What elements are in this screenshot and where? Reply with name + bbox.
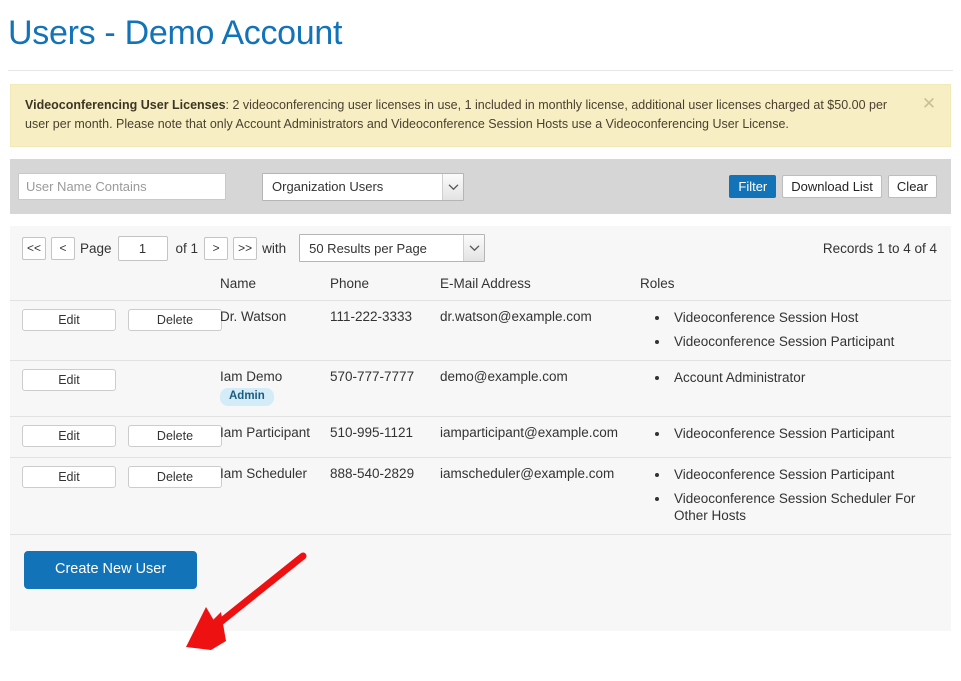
phone-cell: 510-995-1121 — [330, 417, 440, 458]
delete-cell: Delete — [110, 417, 220, 458]
roles-cell: Videoconference Session Participant — [640, 417, 951, 458]
user-name: Iam Participant — [220, 425, 330, 440]
table-row: Edit DeleteDr. Watson111-222-3333dr.watso… — [10, 301, 951, 361]
edit-button[interactable]: Edit — [22, 309, 116, 331]
delete-cell: Delete — [110, 458, 220, 535]
create-new-user-wrap: Create New User — [10, 535, 951, 589]
user-scope-select[interactable]: Organization Users — [262, 173, 464, 201]
role-item: Videoconference Session Host — [670, 309, 951, 326]
delete-button[interactable]: Delete — [128, 425, 222, 447]
delete-button[interactable]: Delete — [128, 466, 222, 488]
chevron-down-icon — [463, 235, 484, 261]
email-cell: iamscheduler@example.com — [440, 458, 640, 535]
page-title: Users - Demo Account — [0, 0, 961, 54]
roles-cell: Videoconference Session Participant Video… — [640, 458, 951, 535]
phone-cell: 111-222-3333 — [330, 301, 440, 361]
delete-cell — [110, 361, 220, 417]
filter-button[interactable]: Filter — [729, 175, 776, 198]
user-name: Iam Demo — [220, 369, 330, 384]
filter-actions: Filter Download List Clear — [729, 175, 937, 198]
role-item: Videoconference Session Scheduler For Ot… — [670, 490, 951, 524]
roles-list: Account Administrator — [640, 369, 951, 386]
name-cell: Iam Participant — [220, 417, 330, 458]
last-page-button[interactable]: >> — [233, 237, 257, 260]
user-name: Dr. Watson — [220, 309, 330, 324]
table-row: Edit DeleteIam Participant510-995-1121iam… — [10, 417, 951, 458]
license-alert-text: Videoconferencing User Licenses: 2 video… — [25, 96, 905, 134]
user-name-search-input[interactable] — [18, 173, 226, 200]
email-cell: iamparticipant@example.com — [440, 417, 640, 458]
column-header-roles: Roles — [640, 270, 951, 301]
column-header-email: E-Mail Address — [440, 270, 640, 301]
edit-button[interactable]: Edit — [22, 466, 116, 488]
table-header-row: Name Phone E-Mail Address Roles — [10, 270, 951, 301]
create-new-user-button[interactable]: Create New User — [24, 551, 197, 589]
name-cell: Iam Scheduler — [220, 458, 330, 535]
pagination-bar: << < Page of 1 > >> with 50 Results per … — [10, 226, 951, 270]
first-page-button[interactable]: << — [22, 237, 46, 260]
column-header-edit — [10, 270, 110, 301]
edit-cell: Edit — [10, 458, 110, 535]
results-per-page-select[interactable]: 50 Results per Page — [299, 234, 485, 262]
roles-cell: Videoconference Session Host Videoconfere… — [640, 301, 951, 361]
edit-cell: Edit — [10, 301, 110, 361]
next-page-button[interactable]: > — [204, 237, 228, 260]
download-list-button[interactable]: Download List — [782, 175, 882, 198]
roles-list: Videoconference Session Participant — [640, 425, 951, 442]
filter-bar: Organization Users Filter Download List … — [10, 159, 951, 214]
page-number-input[interactable] — [118, 236, 168, 261]
status-badge: Admin — [220, 388, 274, 406]
role-item: Videoconference Session Participant — [670, 466, 951, 483]
column-header-name: Name — [220, 270, 330, 301]
column-header-delete — [110, 270, 220, 301]
delete-button[interactable]: Delete — [128, 309, 222, 331]
table-row: Edit Iam Demo Admin 570-777-7777demo@exampl… — [10, 361, 951, 417]
license-alert-label: Videoconferencing User Licenses — [25, 98, 226, 112]
previous-page-button[interactable]: < — [51, 237, 75, 260]
email-cell: demo@example.com — [440, 361, 640, 417]
users-table: Name Phone E-Mail Address Roles Edit Dele… — [10, 270, 951, 535]
name-cell: Dr. Watson — [220, 301, 330, 361]
edit-cell: Edit — [10, 417, 110, 458]
with-label: with — [262, 241, 286, 256]
edit-button[interactable]: Edit — [22, 369, 116, 391]
users-table-body: EditDeleteDr. Watson111-222-3333dr.watso… — [10, 301, 951, 535]
role-item: Account Administrator — [670, 369, 951, 386]
chevron-down-icon — [442, 174, 463, 200]
table-row: Edit DeleteIam Scheduler888-540-2829iamsc… — [10, 458, 951, 535]
results-panel: << < Page of 1 > >> with 50 Results per … — [10, 226, 951, 631]
clear-button[interactable]: Clear — [888, 175, 937, 198]
page-label: Page — [80, 241, 112, 256]
records-summary: Records 1 to 4 of 4 — [823, 241, 937, 256]
license-alert: Videoconferencing User Licenses: 2 video… — [10, 84, 951, 147]
roles-list: Videoconference Session Host Videoconfere… — [640, 309, 951, 350]
edit-button[interactable]: Edit — [22, 425, 116, 447]
phone-cell: 888-540-2829 — [330, 458, 440, 535]
column-header-phone: Phone — [330, 270, 440, 301]
close-icon[interactable]: ✕ — [920, 95, 938, 113]
name-cell: Iam Demo Admin — [220, 361, 330, 417]
roles-list: Videoconference Session Participant Video… — [640, 466, 951, 524]
title-divider — [8, 70, 953, 71]
user-name: Iam Scheduler — [220, 466, 330, 481]
page-count-label: of 1 — [176, 241, 199, 256]
role-item: Videoconference Session Participant — [670, 425, 951, 442]
phone-cell: 570-777-7777 — [330, 361, 440, 417]
edit-cell: Edit — [10, 361, 110, 417]
roles-cell: Account Administrator — [640, 361, 951, 417]
email-cell: dr.watson@example.com — [440, 301, 640, 361]
role-item: Videoconference Session Participant — [670, 333, 951, 350]
user-scope-select-value: Organization Users — [263, 179, 442, 194]
delete-cell: Delete — [110, 301, 220, 361]
results-per-page-value: 50 Results per Page — [300, 241, 463, 256]
